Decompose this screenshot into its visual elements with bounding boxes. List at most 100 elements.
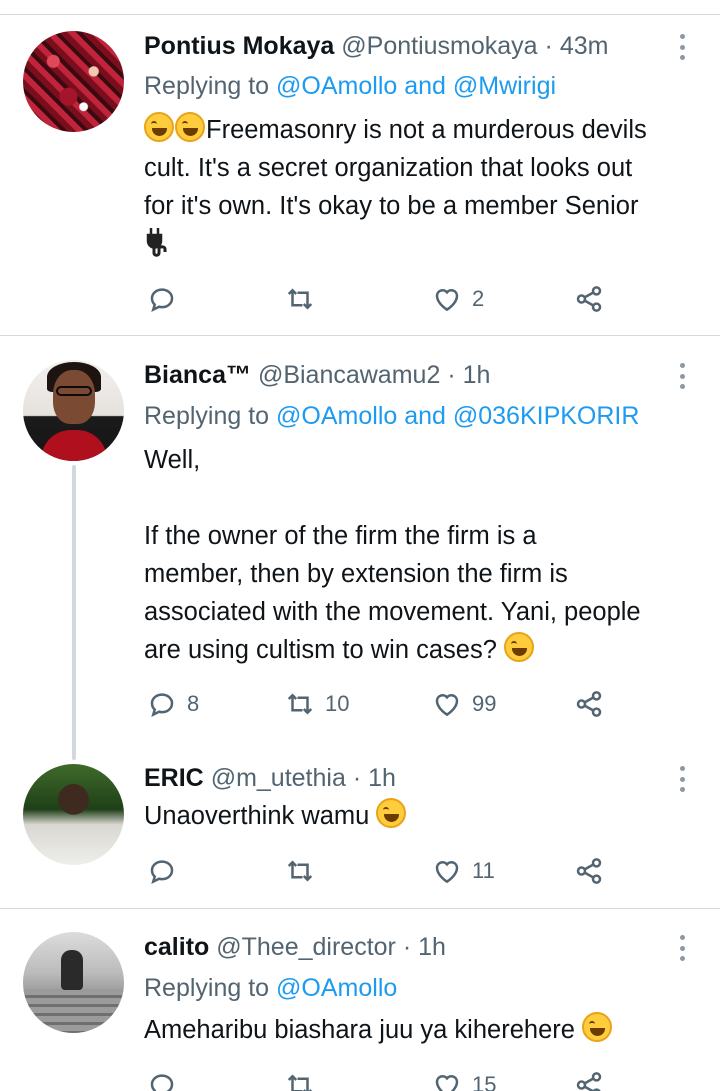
separator-dot: · <box>352 764 362 792</box>
tweet-text-line: are using cultism to win cases? <box>144 636 497 664</box>
retweet-count: 10 <box>325 691 350 716</box>
timestamp[interactable]: 1h <box>463 361 491 389</box>
retweet-icon <box>287 860 313 882</box>
avatar[interactable] <box>23 31 124 132</box>
tweet-text: Ameharibu biashara juu ya kiherehere <box>144 1011 710 1049</box>
reply-button[interactable] <box>147 854 187 888</box>
reply-icon <box>150 288 174 313</box>
retweet-icon <box>287 1074 313 1091</box>
share-icon <box>576 1072 602 1091</box>
reply-icon <box>150 1074 174 1091</box>
display-name[interactable]: Pontius Mokaya <box>144 32 334 60</box>
tweet-text-line: Well, <box>144 446 201 474</box>
top-divider <box>0 14 720 15</box>
tweet-text-line: Freemasonry is not a murderous devils <box>206 116 647 144</box>
more-options-icon[interactable] <box>670 764 694 794</box>
retweet-button[interactable]: 10 <box>285 687 349 721</box>
like-count: 15 <box>472 1072 497 1091</box>
reply-button[interactable]: 8 <box>147 687 199 721</box>
replying-prefix: Replying to <box>144 72 270 100</box>
tweet-actions: 15 <box>144 1068 624 1091</box>
tweet-actions: 11 <box>144 854 624 888</box>
reply-button[interactable] <box>147 1068 187 1091</box>
replying-to: Replying to @OAmollo and @036KIPKORIR <box>144 400 639 432</box>
replying-to: Replying to @OAmollo <box>144 972 397 1004</box>
like-button[interactable]: 11 <box>432 854 495 888</box>
tweet-text-line: cult. It's a secret organization that lo… <box>144 154 633 182</box>
tweet-text-line: If the owner of the firm the firm is a <box>144 522 537 550</box>
display-name[interactable]: Bianca™ <box>144 361 251 389</box>
like-button[interactable]: 99 <box>432 687 496 721</box>
replying-prefix: Replying to <box>144 974 270 1002</box>
share-button[interactable] <box>574 282 604 316</box>
share-button[interactable] <box>574 687 604 721</box>
share-icon <box>576 286 602 312</box>
thread-connector-line <box>72 465 76 760</box>
retweet-button[interactable] <box>285 1068 325 1091</box>
display-name[interactable]: ERIC <box>144 764 204 792</box>
separator-dot: · <box>447 361 456 389</box>
replying-mentions[interactable]: @OAmollo and @Mwirigi <box>276 72 556 100</box>
tweet-actions: 8 10 99 <box>144 687 624 721</box>
separator-dot: · <box>402 933 412 961</box>
retweet-button[interactable] <box>285 854 325 888</box>
avatar[interactable] <box>23 932 124 1033</box>
timestamp[interactable]: 43m <box>560 32 609 60</box>
separator-dot: · <box>544 32 553 60</box>
like-count: 11 <box>472 858 495 883</box>
tweet-header: ERIC @m_utethia · 1h <box>144 762 396 794</box>
replying-mentions[interactable]: @OAmollo and @036KIPKORIR <box>276 402 639 430</box>
tweet-header: Bianca™ @Biancawamu2 · 1h <box>144 359 490 391</box>
face-with-tears-of-joy-emoji <box>144 112 174 142</box>
reply-icon <box>150 693 174 718</box>
like-count: 2 <box>472 286 485 311</box>
retweet-button[interactable] <box>285 282 325 316</box>
tweet-text: Unaoverthink wamu <box>144 797 710 835</box>
share-button[interactable] <box>574 854 604 888</box>
replying-to: Replying to @OAmollo and @Mwirigi <box>144 70 556 102</box>
like-count: 99 <box>472 691 497 716</box>
user-handle[interactable]: @Pontiusmokaya <box>341 32 537 60</box>
avatar[interactable] <box>23 360 124 461</box>
share-button[interactable] <box>574 1068 604 1091</box>
heart-icon <box>435 694 459 717</box>
tweet-header: Pontius Mokaya @Pontiusmokaya · 43m <box>144 30 608 62</box>
reply-button[interactable] <box>147 282 187 316</box>
face-with-tears-of-joy-emoji <box>175 112 205 142</box>
tweet-text-line: member, then by extension the firm is <box>144 560 568 588</box>
user-handle[interactable]: @Biancawamu2 <box>258 361 440 389</box>
tweet-divider <box>0 335 720 336</box>
heart-icon <box>435 861 459 884</box>
tweet-text-line: for it's own. It's okay to be a member S… <box>144 192 639 220</box>
heart-icon <box>435 1075 459 1091</box>
tweet-text-line: Ameharibu biashara juu ya kiherehere <box>144 1016 575 1044</box>
reply-count: 8 <box>187 691 200 716</box>
tweet-text-line: Unaoverthink wamu <box>144 802 370 830</box>
tweet-divider <box>0 908 720 909</box>
replying-prefix: Replying to <box>144 402 270 430</box>
face-with-tears-of-joy-emoji <box>376 798 407 828</box>
reply-icon <box>150 860 174 885</box>
timestamp[interactable]: 1h <box>368 764 396 792</box>
share-icon <box>576 858 602 884</box>
tweet-actions: 2 <box>144 282 624 316</box>
replying-mentions[interactable]: @OAmollo <box>276 974 397 1002</box>
like-button[interactable]: 15 <box>432 1068 496 1091</box>
tweet-header: calito @Thee_director · 1h <box>144 931 446 963</box>
more-options-icon[interactable] <box>670 361 694 391</box>
tweet-text: Well, If the owner of the firm the firm … <box>144 441 710 669</box>
share-icon <box>576 691 602 717</box>
heart-icon <box>435 289 459 312</box>
face-with-tears-of-joy-emoji <box>582 1012 613 1042</box>
face-with-tears-of-joy-emoji <box>504 632 534 662</box>
more-options-icon[interactable] <box>670 32 694 62</box>
timestamp[interactable]: 1h <box>418 933 446 961</box>
avatar[interactable] <box>23 764 124 865</box>
retweet-icon <box>287 693 313 715</box>
user-handle[interactable]: @m_utethia <box>211 764 346 792</box>
electric-plug-emoji <box>144 226 174 258</box>
user-handle[interactable]: @Thee_director <box>216 933 396 961</box>
like-button[interactable]: 2 <box>432 282 484 316</box>
more-options-icon[interactable] <box>670 933 694 963</box>
display-name[interactable]: calito <box>144 933 209 961</box>
